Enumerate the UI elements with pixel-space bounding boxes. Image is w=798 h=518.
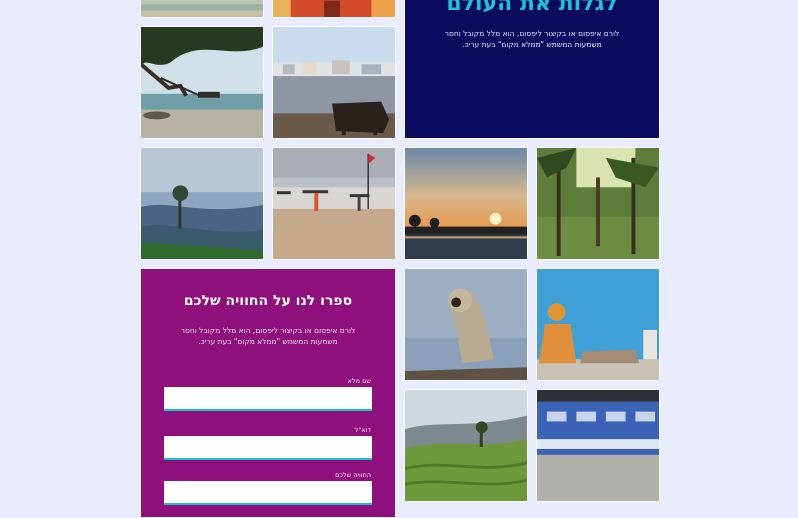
sunset-lake-photo[interactable] bbox=[404, 147, 528, 260]
experience-field[interactable] bbox=[164, 481, 372, 505]
sadhu-blue-wall-photo[interactable] bbox=[536, 268, 660, 381]
swing-tree-beach-photo[interactable] bbox=[140, 26, 264, 139]
experience-label: החוויה שלכם bbox=[335, 471, 371, 479]
beach-people-flag-photo[interactable] bbox=[272, 147, 396, 260]
langur-monkey-photo[interactable] bbox=[404, 268, 528, 381]
train-motion-photo[interactable] bbox=[536, 389, 660, 502]
hero-title: לגלות את העולם bbox=[446, 0, 618, 16]
full-name-label: שם מלא bbox=[347, 377, 371, 385]
palm-forest-photo[interactable] bbox=[536, 147, 660, 260]
cow-lakeside-town-photo[interactable] bbox=[272, 26, 396, 139]
hero-panel: לגלות את העולם לורם איפסום או בקיצור ליפ… bbox=[404, 0, 660, 139]
beach-photo[interactable] bbox=[140, 0, 264, 18]
misty-hills-photo[interactable] bbox=[140, 147, 264, 260]
monks-photo[interactable] bbox=[272, 0, 396, 18]
form-title: ספרו לנו על החוויה שלכם bbox=[183, 293, 353, 309]
email-field[interactable] bbox=[164, 436, 372, 460]
form-description: לורם איפסום או בקיצור ליפסום, הוא מלל מק… bbox=[180, 326, 356, 346]
email-label: דוא"ל bbox=[354, 426, 371, 434]
experience-form-panel: ספרו לנו על החוויה שלכם לורם איפסום או ב… bbox=[140, 268, 396, 518]
hero-description: לורם איפסום או בקיצור ליפסום, הוא מלל מק… bbox=[444, 29, 620, 49]
full-name-field[interactable] bbox=[164, 387, 372, 411]
tea-plantation-photo[interactable] bbox=[404, 389, 528, 502]
